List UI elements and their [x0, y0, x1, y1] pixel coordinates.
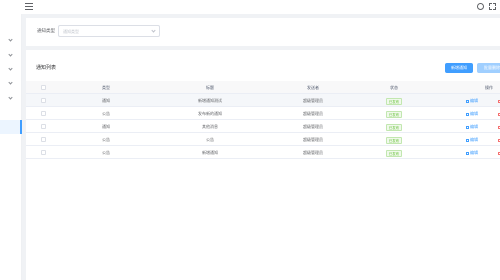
cell-actions: 编辑 删	[466, 133, 500, 146]
select-all-checkbox[interactable]	[41, 85, 46, 90]
top-navbar	[0, 0, 500, 14]
table-row: 公告 发布新的通知 超级管理员 已发布 编辑 删	[26, 107, 500, 120]
table-row: 公告 新增通知 超级管理员 已发布 编辑 删	[26, 146, 500, 159]
filter-label: 通知类型	[37, 29, 55, 34]
cell-title: 公告	[206, 137, 214, 142]
row-checkbox[interactable]	[41, 150, 46, 155]
cell-title: 新增通知测试	[198, 98, 222, 103]
edit-icon	[466, 125, 469, 129]
status-badge: 已发布	[385, 97, 403, 105]
table-row: 通知 其他消息 超级管理员 已发布 编辑 删	[26, 120, 500, 133]
batch-delete-button[interactable]: 批量删除	[477, 63, 500, 73]
row-checkbox[interactable]	[41, 124, 46, 129]
sidebar-item-3[interactable]	[0, 65, 22, 75]
edit-label: 编辑	[470, 150, 478, 155]
column-header-sender: 发送者	[307, 85, 319, 90]
select-placeholder: 通知类型	[63, 29, 79, 34]
column-header-type: 类型	[102, 85, 110, 90]
cell-status: 已发布	[364, 120, 424, 133]
cell-type: 公告	[102, 111, 110, 116]
edit-icon	[466, 151, 469, 155]
sidebar-item-active[interactable]	[0, 120, 22, 134]
cell-sender: 超级管理员	[303, 137, 323, 142]
notice-type-select[interactable]: 通知类型	[58, 25, 160, 37]
sidebar-item-1[interactable]	[0, 36, 22, 46]
cell-sender: 超级管理员	[303, 124, 323, 129]
edit-icon	[466, 99, 469, 103]
edit-button[interactable]: 编辑	[466, 98, 478, 103]
sidebar	[0, 14, 22, 280]
cell-actions: 编辑 删	[466, 94, 500, 107]
help-circle-icon[interactable]	[477, 3, 484, 10]
filter-panel: 通知类型 通知类型	[26, 18, 500, 46]
notice-table: 类型 标题 发送者 状态 操作 通知 新增通知测试 超级管理员 已发布 编辑 删…	[26, 81, 500, 159]
hamburger-icon[interactable]	[25, 3, 33, 11]
cell-type: 公告	[102, 150, 110, 155]
edit-button[interactable]: 编辑	[466, 150, 478, 155]
table-row: 通知 新增通知测试 超级管理员 已发布 编辑 删	[26, 94, 500, 107]
cell-actions: 编辑 删	[466, 146, 500, 159]
edit-label: 编辑	[470, 111, 478, 116]
edit-button[interactable]: 编辑	[466, 111, 478, 116]
table-row: 公告 公告 超级管理员 已发布 编辑 删	[26, 133, 500, 146]
row-checkbox[interactable]	[41, 137, 46, 142]
cell-sender: 超级管理员	[303, 98, 323, 103]
cell-title: 发布新的通知	[198, 111, 222, 116]
row-checkbox[interactable]	[41, 111, 46, 116]
chevron-down-icon	[8, 66, 13, 71]
cell-title: 其他消息	[202, 124, 218, 129]
column-header-title: 标题	[206, 85, 214, 90]
cell-sender: 超级管理员	[303, 150, 323, 155]
edit-icon	[466, 138, 469, 142]
cell-status: 已发布	[364, 146, 424, 159]
sidebar-item-5[interactable]	[0, 94, 22, 104]
cell-status: 已发布	[364, 94, 424, 107]
main-content: 通知类型 通知类型 通知列表 新增通知 批量删除 类型 标题 发送者 状态 操作…	[22, 14, 500, 280]
chevron-down-icon	[8, 37, 13, 42]
chevron-down-icon	[8, 95, 13, 100]
status-badge: 已发布	[385, 136, 403, 144]
edit-label: 编辑	[470, 98, 478, 103]
chevron-down-icon	[8, 80, 13, 85]
sidebar-item-2[interactable]	[0, 51, 22, 61]
row-checkbox[interactable]	[41, 98, 46, 103]
sidebar-item-4[interactable]	[0, 79, 22, 89]
edit-label: 编辑	[470, 137, 478, 142]
edit-button[interactable]: 编辑	[466, 124, 478, 129]
notice-list-panel: 通知列表 新增通知 批量删除 类型 标题 发送者 状态 操作 通知 新增通知测试…	[26, 50, 500, 280]
chevron-down-icon	[8, 52, 13, 57]
cell-actions: 编辑 删	[466, 120, 500, 133]
status-badge: 已发布	[385, 110, 403, 118]
fullscreen-icon[interactable]	[489, 3, 496, 10]
cell-status: 已发布	[364, 133, 424, 146]
status-badge: 已发布	[385, 123, 403, 131]
status-badge: 已发布	[385, 149, 403, 157]
cell-title: 新增通知	[202, 150, 218, 155]
edit-button[interactable]: 编辑	[466, 137, 478, 142]
list-title: 通知列表	[36, 65, 57, 71]
column-header-status: 状态	[390, 85, 398, 90]
cell-type: 通知	[102, 98, 110, 103]
column-header-actions: 操作	[485, 85, 493, 90]
cell-type: 通知	[102, 124, 110, 129]
cell-status: 已发布	[364, 107, 424, 120]
edit-icon	[466, 112, 469, 116]
chevron-down-icon	[151, 28, 156, 33]
table-header: 类型 标题 发送者 状态 操作	[26, 81, 500, 94]
edit-label: 编辑	[470, 124, 478, 129]
cell-type: 公告	[102, 137, 110, 142]
cell-actions: 编辑 删	[466, 107, 500, 120]
cell-sender: 超级管理员	[303, 111, 323, 116]
add-notice-button[interactable]: 新增通知	[445, 63, 473, 73]
